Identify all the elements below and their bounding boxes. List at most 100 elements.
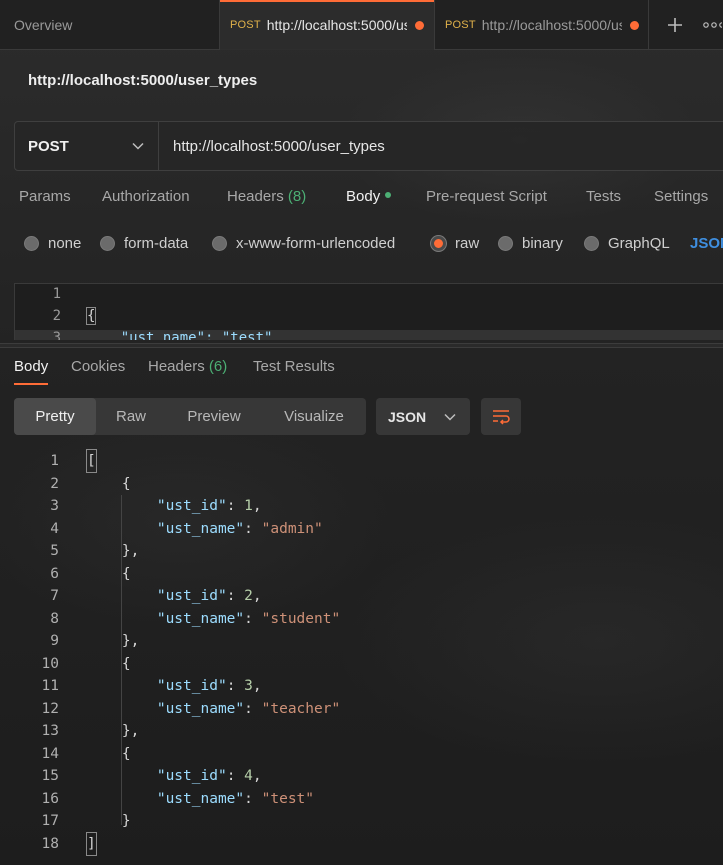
wrap-lines-button[interactable] — [481, 398, 521, 435]
tab-method-badge: POST — [230, 19, 261, 31]
json-colon: : — [244, 610, 262, 627]
json-key: "ust_name" — [156, 520, 245, 537]
line-number: 18 — [41, 835, 59, 852]
json-comma: , — [252, 588, 262, 604]
code-line: 11 "ust_id": 3, — [0, 675, 723, 697]
code-text: { — [87, 655, 131, 672]
tab-overview[interactable]: Overview — [14, 0, 72, 50]
code-text: { — [87, 475, 131, 492]
tab-headers[interactable]: Headers (8) — [227, 188, 306, 205]
radio-binary-label: binary — [522, 235, 563, 252]
radio-raw[interactable]: raw — [431, 235, 479, 252]
request-body-editor[interactable]: 1 2 { 3 "ust_name": "test" — [14, 283, 723, 340]
json-string: "test" — [261, 790, 315, 807]
code-line: 10 { — [0, 653, 723, 675]
view-visualize-button[interactable]: Visualize — [262, 398, 366, 435]
line-number: 3 — [52, 330, 61, 340]
pane-resize-handle[interactable] — [0, 343, 723, 348]
response-view-toggle: Pretty Raw Preview Visualize — [14, 398, 366, 435]
tab-response-headers[interactable]: Headers (6) — [148, 358, 227, 375]
method-select[interactable]: POST — [15, 122, 159, 170]
radio-binary[interactable]: binary — [498, 235, 563, 252]
line-number: 6 — [50, 565, 59, 582]
tab-bar: Overview POST http://localhost:5000/user… — [0, 0, 723, 50]
code-line: 13 }, — [0, 720, 723, 742]
code-line: 7 "ust_id": 2, — [0, 585, 723, 607]
json-key: "ust_id" — [156, 768, 227, 784]
tab-response-body[interactable]: Body — [14, 358, 49, 385]
tab-prerequest-script[interactable]: Pre-request Script — [426, 188, 547, 205]
view-pretty-button[interactable]: Pretty — [14, 398, 96, 435]
tab-body-label: Body — [346, 188, 381, 205]
radio-urlencoded[interactable]: x-www-form-urlencoded — [212, 235, 395, 252]
line-number: 8 — [50, 610, 59, 627]
radio-none-label: none — [48, 235, 82, 252]
code-text: "ust_id": 1, — [87, 495, 262, 517]
code-text: ] — [86, 831, 97, 856]
response-body-viewer[interactable]: 1 [ 2 { 3 "ust_id": 1, 4 "ust_name": "ad… — [0, 449, 723, 860]
tab-body[interactable]: Body — [346, 188, 392, 205]
code-text: } — [87, 813, 131, 829]
json-number: 2 — [244, 588, 253, 604]
tab-response-headers-label: Headers — [148, 358, 205, 375]
code-line: 4 "ust_name": "admin" — [0, 518, 723, 540]
json-string: "teacher" — [261, 700, 341, 717]
json-key: "ust_name" — [156, 610, 245, 627]
new-tab-button[interactable] — [648, 0, 700, 50]
view-raw-button[interactable]: Raw — [96, 398, 166, 435]
line-number: 1 — [52, 286, 61, 302]
tab-authorization[interactable]: Authorization — [102, 188, 190, 205]
response-format-select[interactable]: JSON — [376, 398, 470, 435]
response-format-value: JSON — [388, 408, 427, 425]
body-indicator-dot — [385, 192, 392, 199]
response-headers-count: (6) — [208, 358, 228, 375]
json-key: "ust_name" — [156, 790, 245, 807]
editor-line-highlighted: 3 "ust_name": "test" — [15, 330, 723, 340]
radio-circle — [100, 236, 115, 251]
json-comma: , — [252, 498, 262, 514]
json-colon: : — [226, 588, 245, 604]
code-text: "ust_name": "admin" — [87, 518, 323, 540]
tab-request-1[interactable]: POST http://localhost:5000/user_types — [219, 0, 434, 50]
url-input[interactable]: http://localhost:5000/user_types — [159, 122, 723, 170]
unsaved-dot-icon — [414, 20, 424, 30]
body-format-dropdown[interactable]: JSON — [690, 235, 723, 252]
json-key: "ust_id" — [156, 498, 227, 514]
view-preview-button[interactable]: Preview — [166, 398, 262, 435]
code-text: "ust_name": "test" — [87, 330, 273, 340]
line-number: 16 — [41, 790, 59, 807]
json-comma: , — [252, 768, 262, 784]
json-number: 1 — [244, 498, 253, 514]
more-options-icon — [702, 22, 722, 28]
line-number: 7 — [50, 588, 59, 604]
tab-options-button[interactable] — [700, 0, 723, 50]
radio-form-data-label: form-data — [124, 235, 189, 252]
radio-none[interactable]: none — [24, 235, 81, 252]
line-number: 2 — [52, 308, 61, 324]
tab-test-results[interactable]: Test Results — [253, 358, 335, 375]
line-number: 2 — [50, 475, 59, 492]
radio-graphql[interactable]: GraphQL — [584, 235, 670, 252]
radio-raw-label: raw — [455, 235, 480, 252]
radio-urlencoded-label: x-www-form-urlencoded — [236, 235, 396, 252]
json-key: "ust_id" — [156, 588, 227, 604]
code-line: 17 } — [0, 810, 723, 832]
tab-method-badge: POST — [445, 19, 476, 31]
line-number: 15 — [41, 768, 59, 784]
code-text: { — [85, 307, 97, 325]
radio-form-data[interactable]: form-data — [100, 235, 188, 252]
tab-tests[interactable]: Tests — [586, 188, 621, 205]
code-text: }, — [87, 543, 140, 559]
code-text: "ust_name": "test" — [87, 788, 314, 810]
tab-cookies[interactable]: Cookies — [71, 358, 125, 375]
tab-headers-label: Headers — [227, 188, 284, 205]
chevron-down-icon — [444, 413, 456, 421]
radio-circle — [584, 236, 599, 251]
request-title[interactable]: http://localhost:5000/user_types — [28, 72, 257, 89]
tab-settings[interactable]: Settings — [654, 188, 708, 205]
code-text: }, — [87, 633, 140, 649]
code-text: "ust_name": "teacher" — [87, 698, 340, 720]
line-number: 10 — [41, 655, 59, 672]
tab-request-2[interactable]: POST http://localhost:5000/user_types — [434, 0, 648, 50]
tab-params[interactable]: Params — [19, 188, 71, 205]
